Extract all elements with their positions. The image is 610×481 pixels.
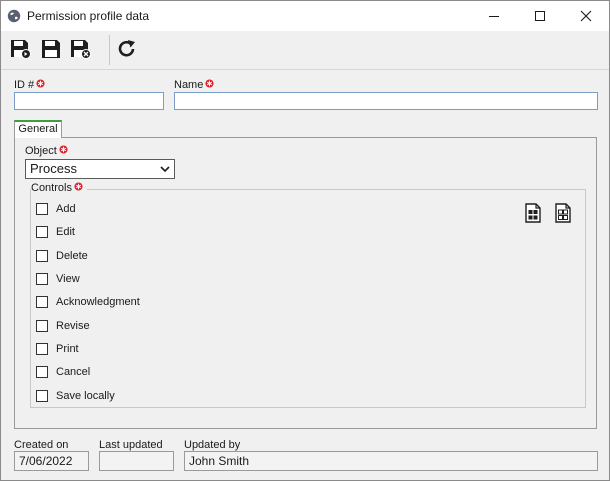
minimize-icon <box>489 16 499 17</box>
required-icon <box>205 79 214 88</box>
updated-by-label: Updated by <box>184 439 241 451</box>
select-all-icon[interactable] <box>524 203 542 223</box>
checkbox-label: Acknowledgment <box>56 296 140 308</box>
title-bar: Permission profile data <box>1 1 609 31</box>
checkbox-acknowledgment[interactable]: Acknowledgment <box>36 294 140 310</box>
required-icon <box>74 182 83 191</box>
controls-label: Controls <box>31 182 87 194</box>
object-label: Object <box>25 145 68 157</box>
save-new-icon <box>11 40 31 59</box>
checkbox-save-locally[interactable]: Save locally <box>36 388 115 404</box>
checkbox-add[interactable]: Add <box>36 201 76 217</box>
general-panel: Object Process Controls Add Edit Delete … <box>14 137 597 429</box>
checkbox-box[interactable] <box>36 343 48 355</box>
checkbox-label: Print <box>56 343 79 355</box>
checkbox-label: Delete <box>56 250 88 262</box>
checkbox-edit[interactable]: Edit <box>36 224 75 240</box>
checkbox-view[interactable]: View <box>36 271 80 287</box>
checkbox-box[interactable] <box>36 203 48 215</box>
checkbox-label: View <box>56 273 80 285</box>
checkbox-revise[interactable]: Revise <box>36 318 90 334</box>
id-label: ID # <box>14 79 45 91</box>
object-select-value: Process <box>30 161 77 176</box>
controls-group: Controls Add Edit Delete View Acknowledg… <box>30 182 586 408</box>
created-on-field: 7/06/2022 <box>14 451 89 471</box>
chevron-down-icon <box>160 166 170 173</box>
close-button[interactable] <box>563 1 609 31</box>
checkbox-print[interactable]: Print <box>36 341 79 357</box>
checkbox-label: Edit <box>56 226 75 238</box>
checkbox-box[interactable] <box>36 273 48 285</box>
checkbox-label: Revise <box>56 320 90 332</box>
name-label: Name <box>174 79 214 91</box>
save-and-new-button[interactable] <box>9 38 33 60</box>
checkbox-box[interactable] <box>36 320 48 332</box>
save-button[interactable] <box>39 38 63 60</box>
object-select[interactable]: Process <box>25 159 175 179</box>
toolbar-separator <box>109 35 110 65</box>
last-updated-label: Last updated <box>99 439 163 451</box>
deselect-all-icon[interactable] <box>554 203 572 223</box>
required-icon <box>36 79 45 88</box>
checkbox-cancel[interactable]: Cancel <box>36 364 90 380</box>
tab-general[interactable]: General <box>14 120 62 138</box>
updated-by-field: John Smith <box>184 451 598 471</box>
maximize-button[interactable] <box>517 1 563 31</box>
dialog-window: Permission profile data ID # Name Genera… <box>0 0 610 481</box>
checkbox-box[interactable] <box>36 366 48 378</box>
toolbar <box>1 31 609 70</box>
checkbox-box[interactable] <box>36 250 48 262</box>
checkbox-label: Save locally <box>56 390 115 402</box>
name-field[interactable] <box>174 92 598 110</box>
refresh-button[interactable] <box>115 38 139 60</box>
checkbox-label: Add <box>56 203 76 215</box>
form-content: ID # Name General Object Process Control… <box>1 70 609 480</box>
close-icon <box>580 10 592 22</box>
checkbox-box[interactable] <box>36 390 48 402</box>
checkbox-label: Cancel <box>56 366 91 378</box>
save-and-close-button[interactable] <box>69 38 93 60</box>
save-icon <box>42 40 60 58</box>
maximize-icon <box>535 11 545 21</box>
save-close-icon <box>71 40 91 59</box>
window-title: Permission profile data <box>27 9 150 23</box>
last-updated-field <box>99 451 174 471</box>
created-on-label: Created on <box>14 439 69 451</box>
checkbox-delete[interactable]: Delete <box>36 248 88 264</box>
refresh-icon <box>118 40 135 57</box>
checkbox-box[interactable] <box>36 226 48 238</box>
id-field[interactable] <box>14 92 164 110</box>
app-globe-icon <box>7 9 21 23</box>
required-icon <box>59 145 68 154</box>
checkbox-box[interactable] <box>36 296 48 308</box>
minimize-button[interactable] <box>471 1 517 31</box>
